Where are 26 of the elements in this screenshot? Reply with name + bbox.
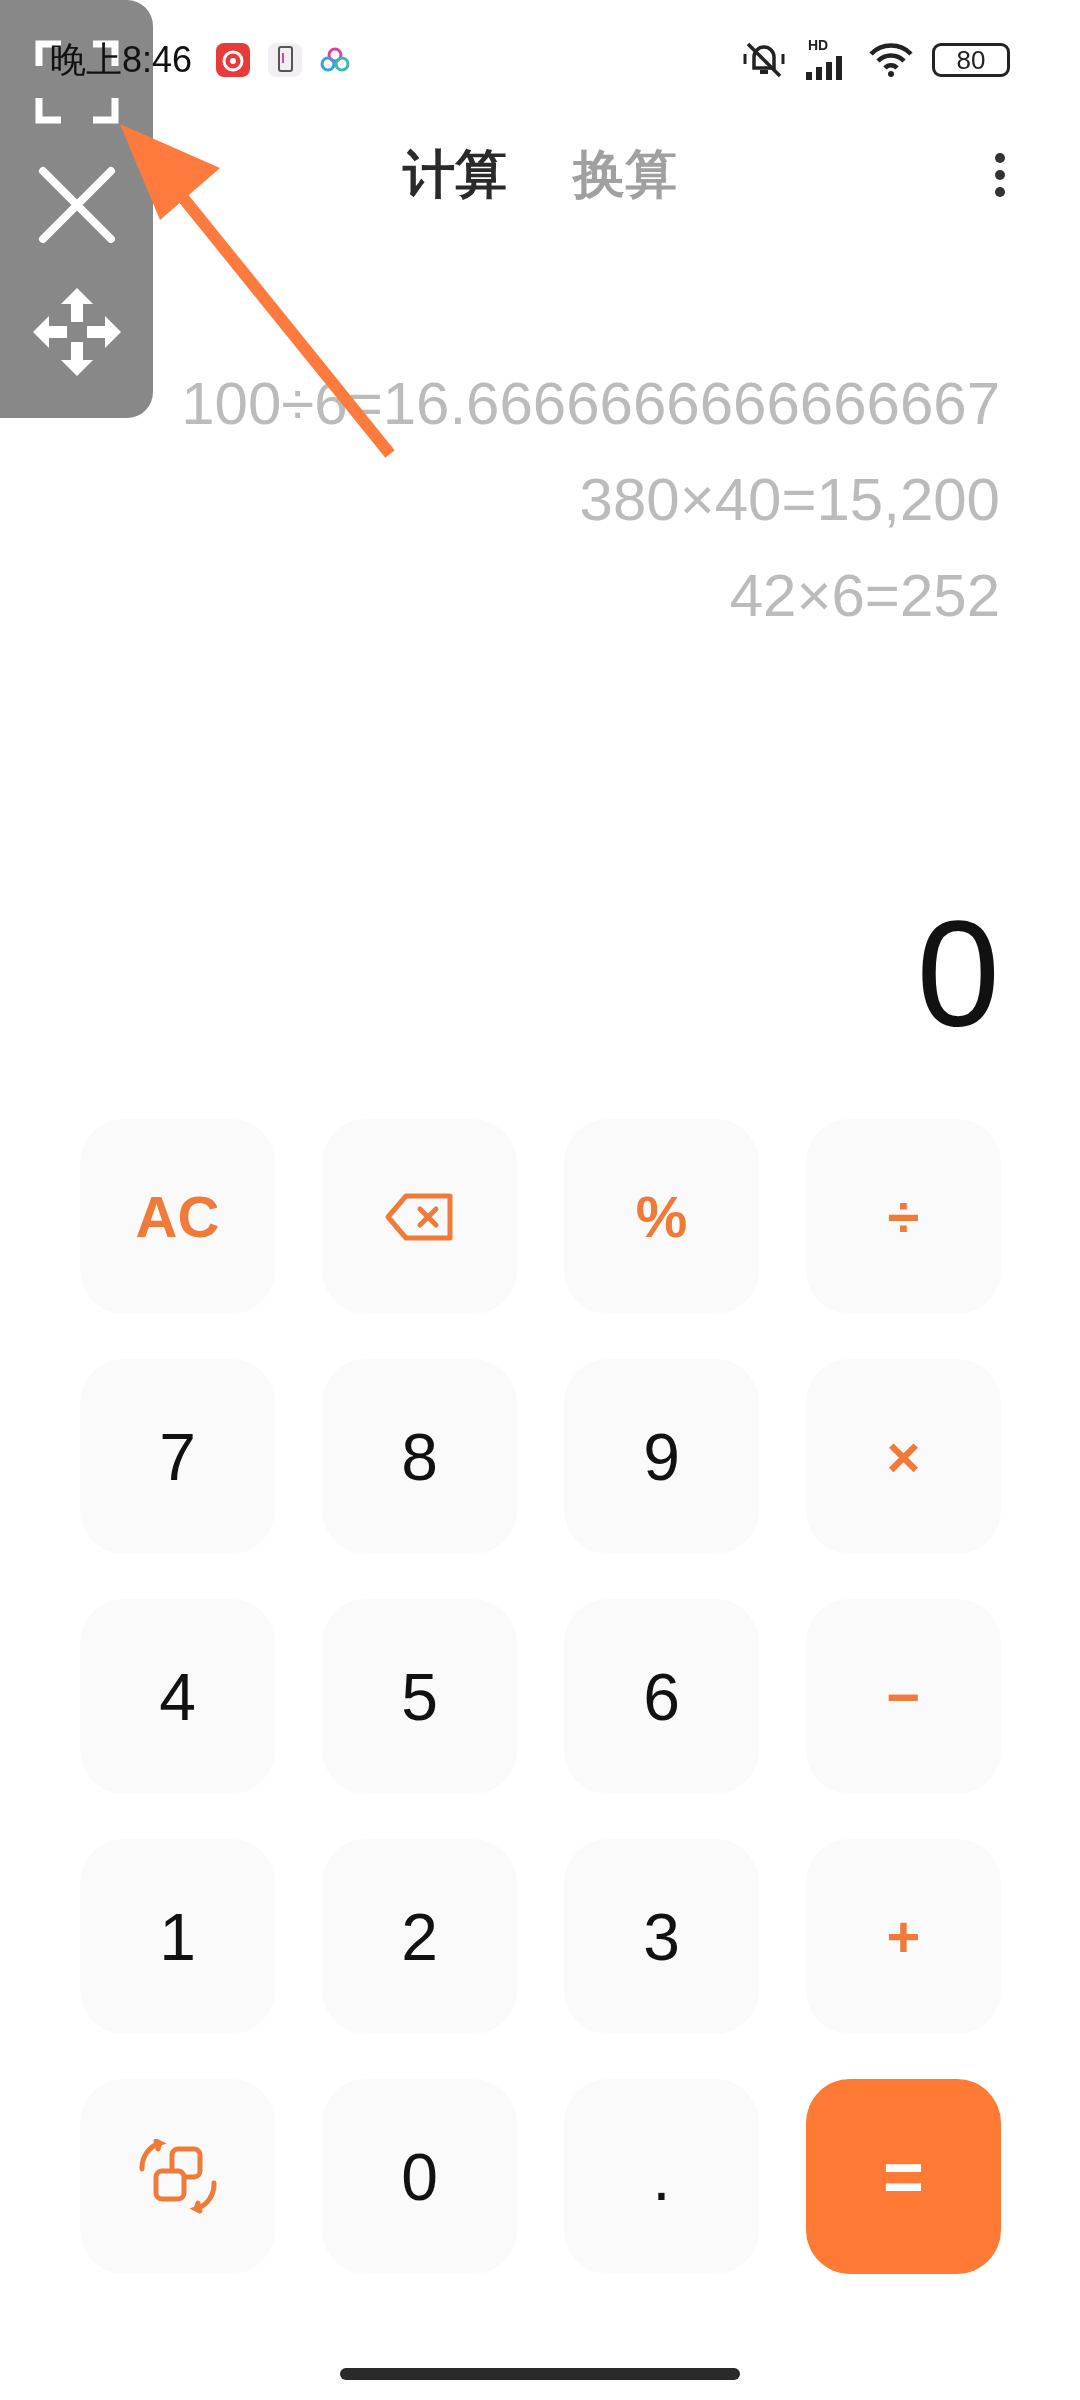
screenshot-frame-icon[interactable] bbox=[34, 40, 119, 125]
digit-key[interactable]: 6 bbox=[564, 1599, 759, 1794]
mode-tab[interactable]: 计算 bbox=[403, 140, 507, 210]
music-app-icon bbox=[216, 43, 251, 77]
digit-key[interactable]: 3 bbox=[564, 1839, 759, 2034]
digit-key[interactable]: 7 bbox=[80, 1359, 275, 1554]
switch-key[interactable] bbox=[80, 2079, 275, 2274]
result-display: 0 bbox=[915, 889, 1001, 1059]
phone-app-icon bbox=[268, 43, 303, 77]
digit-key[interactable]: 9 bbox=[564, 1359, 759, 1554]
backspace-key[interactable] bbox=[322, 1119, 517, 1314]
digit-key[interactable]: 4 bbox=[80, 1599, 275, 1794]
wifi-icon bbox=[868, 42, 914, 78]
digit-key[interactable]: . bbox=[564, 2079, 759, 2274]
close-icon[interactable] bbox=[36, 165, 117, 245]
digit-key[interactable]: 1 bbox=[80, 1839, 275, 2034]
battery-indicator: 80 bbox=[932, 43, 1010, 77]
backspace-icon bbox=[383, 1191, 456, 1242]
digit-key[interactable]: 8 bbox=[322, 1359, 517, 1554]
mute-icon bbox=[742, 40, 786, 80]
digit-key[interactable]: 0 bbox=[322, 2079, 517, 2274]
digit-key[interactable]: 5 bbox=[322, 1599, 517, 1794]
cloud-app-icon bbox=[320, 47, 351, 73]
status-time: 晚上8:46 bbox=[50, 37, 193, 82]
more-options-icon[interactable] bbox=[993, 152, 1007, 198]
digit-key[interactable]: 2 bbox=[322, 1839, 517, 2034]
